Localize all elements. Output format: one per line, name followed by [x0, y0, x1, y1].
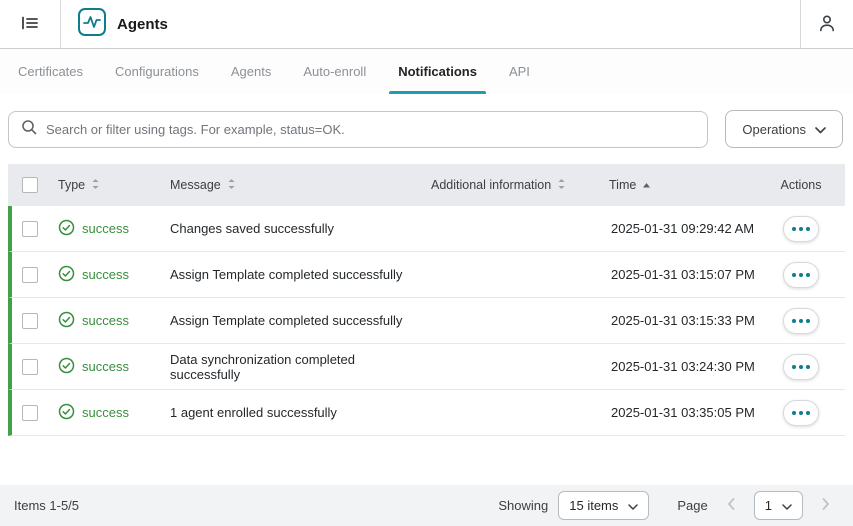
tab-notifications[interactable]: Notifications: [382, 49, 493, 94]
table-row: success 1 agent enrolled successfully 20…: [8, 390, 845, 436]
ellipsis-icon: [792, 273, 810, 277]
row-actions-button[interactable]: [783, 216, 819, 242]
row-checkbox[interactable]: [22, 267, 38, 283]
ellipsis-icon: [792, 227, 810, 231]
search-input[interactable]: [46, 122, 695, 137]
table-row: success Data synchronization completed s…: [8, 344, 845, 390]
app-window: Agents Certificates Configurations Agent…: [0, 0, 853, 526]
sort-icon: [91, 178, 100, 193]
message-cell: 1 agent enrolled successfully: [160, 405, 421, 420]
page-size-select[interactable]: 15 items: [558, 491, 649, 520]
table-header-row: Type Message Additional information Time: [8, 164, 845, 206]
chevron-down-icon: [815, 122, 826, 137]
agents-logo-icon: [77, 7, 107, 42]
row-actions-button[interactable]: [783, 308, 819, 334]
actions-cell: [757, 308, 845, 334]
search-box[interactable]: [8, 111, 708, 148]
search-icon: [21, 119, 37, 140]
page-title: Agents: [117, 16, 168, 33]
row-actions-button[interactable]: [783, 400, 819, 426]
operations-button-label: Operations: [742, 122, 806, 137]
column-header-message[interactable]: Message: [160, 178, 421, 193]
select-all-checkbox[interactable]: [22, 177, 38, 193]
chevron-left-icon: [727, 498, 735, 513]
pagination-bar: Items 1-5/5 Showing 15 items Page: [0, 485, 853, 526]
row-checkbox[interactable]: [22, 221, 38, 237]
type-cell: success: [48, 357, 160, 377]
chevron-right-icon: [822, 498, 830, 513]
column-header-type[interactable]: Type: [48, 178, 160, 193]
message-cell: Data synchronization completed successfu…: [160, 352, 421, 382]
status-badge: success: [82, 267, 129, 282]
page-number-select[interactable]: 1: [754, 491, 803, 520]
operations-button[interactable]: Operations: [725, 110, 843, 148]
previous-page-button[interactable]: [718, 493, 744, 519]
ellipsis-icon: [792, 319, 810, 323]
check-circle-icon: [58, 265, 75, 285]
column-header-additional-information[interactable]: Additional information: [421, 178, 599, 193]
actions-cell: [757, 216, 845, 242]
time-cell: 2025-01-31 03:15:07 PM: [599, 267, 757, 282]
app-brand: Agents: [61, 7, 184, 42]
chevron-down-icon: [628, 498, 638, 513]
actions-cell: [757, 400, 845, 426]
showing-label: Showing: [498, 498, 548, 513]
top-bar: Agents: [0, 0, 853, 49]
message-cell: Assign Template completed successfully: [160, 267, 421, 282]
user-icon: [816, 12, 838, 37]
status-badge: success: [82, 359, 129, 374]
check-circle-icon: [58, 357, 75, 377]
tab-bar: Certificates Configurations Agents Auto-…: [0, 49, 853, 94]
check-circle-icon: [58, 219, 75, 239]
items-count: Items 1-5/5: [14, 498, 79, 513]
message-cell: Assign Template completed successfully: [160, 313, 421, 328]
table-row: success Changes saved successfully 2025-…: [8, 206, 845, 252]
sort-asc-icon: [642, 178, 651, 192]
type-cell: success: [48, 219, 160, 239]
sort-icon: [557, 178, 566, 193]
ellipsis-icon: [792, 411, 810, 415]
user-menu-button[interactable]: [801, 0, 853, 48]
actions-cell: [757, 354, 845, 380]
sidebar-toggle-button[interactable]: [0, 0, 60, 48]
row-checkbox[interactable]: [22, 405, 38, 421]
sidebar-toggle-icon: [20, 13, 40, 36]
type-cell: success: [48, 403, 160, 423]
tab-certificates[interactable]: Certificates: [2, 49, 99, 94]
table-row: success Assign Template completed succes…: [8, 298, 845, 344]
next-page-button[interactable]: [813, 493, 839, 519]
column-header-actions: Actions: [757, 178, 845, 192]
time-cell: 2025-01-31 09:29:42 AM: [599, 221, 757, 236]
type-cell: success: [48, 265, 160, 285]
type-cell: success: [48, 311, 160, 331]
status-badge: success: [82, 221, 129, 236]
status-badge: success: [82, 405, 129, 420]
time-cell: 2025-01-31 03:15:33 PM: [599, 313, 757, 328]
notifications-table: Type Message Additional information Time: [8, 164, 845, 436]
check-circle-icon: [58, 311, 75, 331]
column-header-time[interactable]: Time: [599, 178, 757, 192]
time-cell: 2025-01-31 03:35:05 PM: [599, 405, 757, 420]
status-badge: success: [82, 313, 129, 328]
tab-api[interactable]: API: [493, 49, 546, 94]
toolbar: Operations: [0, 94, 853, 148]
sort-icon: [227, 178, 236, 193]
chevron-down-icon: [782, 498, 792, 513]
ellipsis-icon: [792, 365, 810, 369]
row-checkbox[interactable]: [22, 359, 38, 375]
tab-auto-enroll[interactable]: Auto-enroll: [287, 49, 382, 94]
table-row: success Assign Template completed succes…: [8, 252, 845, 298]
tab-configurations[interactable]: Configurations: [99, 49, 215, 94]
time-cell: 2025-01-31 03:24:30 PM: [599, 359, 757, 374]
actions-cell: [757, 262, 845, 288]
row-checkbox[interactable]: [22, 313, 38, 329]
tab-agents[interactable]: Agents: [215, 49, 287, 94]
check-circle-icon: [58, 403, 75, 423]
row-actions-button[interactable]: [783, 262, 819, 288]
page-label: Page: [677, 498, 707, 513]
row-actions-button[interactable]: [783, 354, 819, 380]
message-cell: Changes saved successfully: [160, 221, 421, 236]
